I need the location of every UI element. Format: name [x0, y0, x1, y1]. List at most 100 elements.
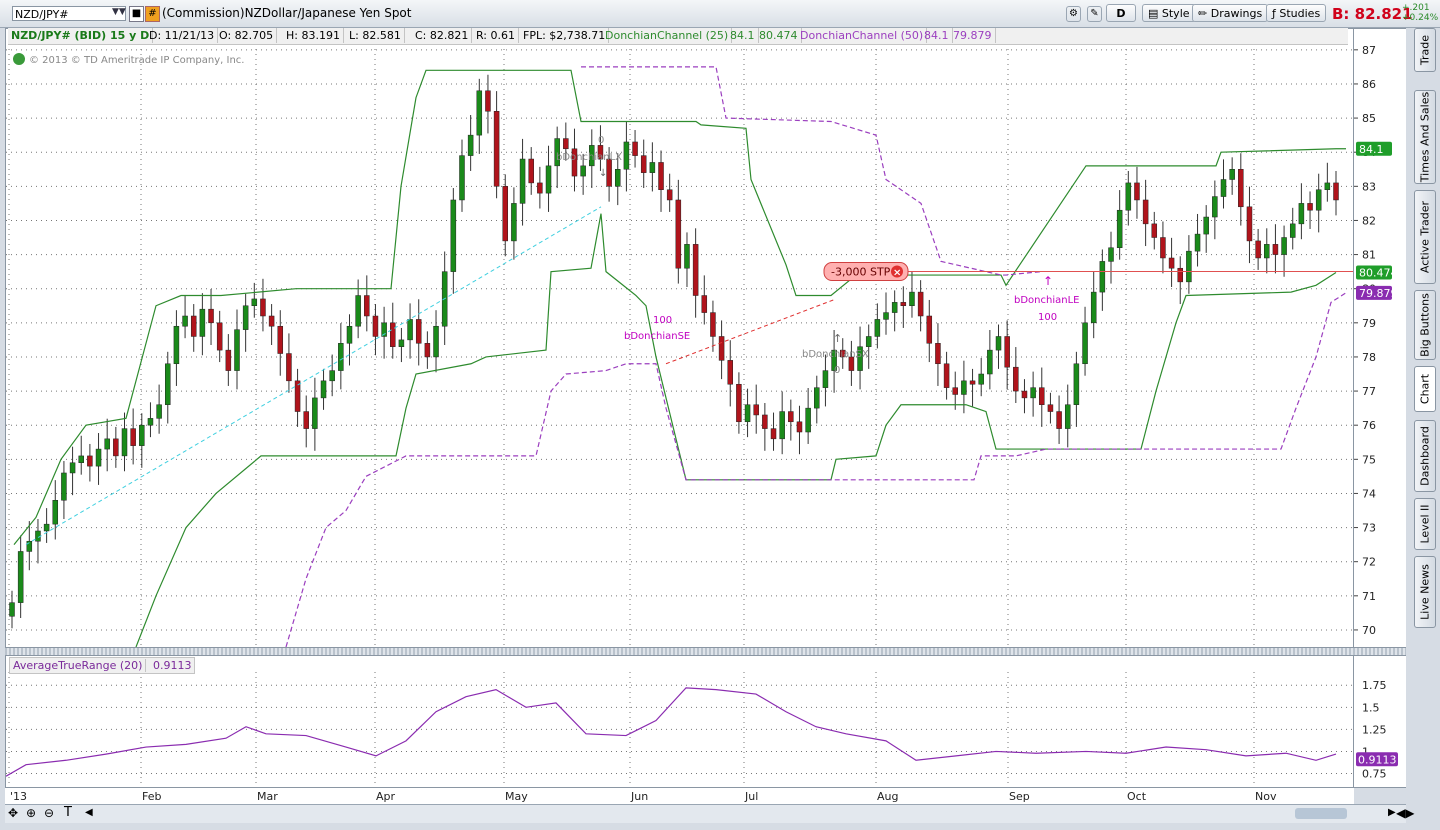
- candle-body: [1333, 182, 1339, 201]
- side-tab-dashboard[interactable]: Dashboard: [1414, 420, 1436, 492]
- candle-body: [710, 312, 716, 337]
- date-label: Mar: [257, 790, 278, 803]
- candle-body: [1047, 404, 1054, 412]
- side-tab-level-ii[interactable]: Level II: [1414, 498, 1436, 550]
- candle-body: [935, 343, 941, 365]
- date-label: Apr: [376, 790, 396, 803]
- candle-body: [961, 380, 967, 395]
- studies-button[interactable]: ƒ Studies: [1266, 4, 1327, 22]
- price-chart-canvas[interactable]: © 2013 © TD Ameritrade IP Company, Inc. -…: [6, 29, 1353, 647]
- settings-icon[interactable]: ⚙: [1066, 6, 1081, 22]
- link-icon[interactable]: ■: [129, 6, 144, 22]
- candle-body: [814, 387, 820, 409]
- date-label: Oct: [1127, 790, 1147, 803]
- side-tab-live-news[interactable]: Live News: [1414, 556, 1436, 628]
- symbol-input[interactable]: NZD/JPY#: [12, 6, 126, 21]
- se-label: bDonchianSE: [624, 331, 690, 342]
- candle-body: [130, 428, 136, 446]
- candle-body: [303, 411, 309, 429]
- zoom-in-icon[interactable]: ⊕: [26, 806, 36, 820]
- expand-icon[interactable]: ◀▶: [1396, 806, 1414, 820]
- le-label: bDonchianLE: [1014, 295, 1079, 306]
- hash-icon[interactable]: #: [145, 6, 160, 22]
- pane-splitter[interactable]: [5, 648, 1406, 655]
- candle-body: [1281, 237, 1287, 255]
- side-tab-label: Active Trader: [1418, 200, 1432, 274]
- drawings-label: Drawings: [1210, 7, 1263, 20]
- scroll-left-icon[interactable]: ◀: [85, 807, 93, 818]
- side-tab-times-and-sales[interactable]: Times And Sales: [1414, 90, 1436, 184]
- candle-body: [762, 414, 768, 429]
- candle-body: [1030, 387, 1036, 399]
- side-tab-trade[interactable]: Trade: [1414, 28, 1436, 72]
- candle-body: [450, 199, 457, 272]
- candle-body: [891, 302, 898, 313]
- time-scrollbar[interactable]: ✥ ⊕ ⊖ T ◀ ▶: [5, 804, 1406, 823]
- cancel-order-x: ×: [893, 268, 901, 279]
- price-label: 74: [1362, 487, 1376, 500]
- candle-body: [1229, 169, 1235, 180]
- side-tab-big-buttons[interactable]: Big Buttons: [1414, 290, 1436, 360]
- atr-label: AverageTrueRange (20): [10, 659, 147, 672]
- info-study1-name: DonchianChannel (25): [602, 28, 733, 43]
- candle-body: [1220, 179, 1227, 197]
- candle-body: [277, 325, 284, 354]
- candle-body: [1099, 261, 1106, 293]
- scroll-thumb[interactable]: [1295, 808, 1347, 819]
- atr-study-pane[interactable]: AverageTrueRange (20) 0.9113: [5, 655, 1354, 788]
- price-label: 72: [1362, 556, 1376, 569]
- candle-body: [978, 373, 984, 385]
- donchian50-lower: [285, 292, 1347, 647]
- studies-label: Studies: [1279, 7, 1321, 20]
- candle-body: [43, 523, 50, 532]
- candle-body: [502, 186, 509, 242]
- candle-body: [805, 407, 811, 433]
- candle-body: [883, 312, 889, 320]
- pan-icon[interactable]: ✥: [8, 806, 18, 820]
- candle-body: [779, 411, 785, 440]
- candle-body: [225, 349, 232, 371]
- wrench-icon[interactable]: ✎: [1087, 6, 1102, 22]
- info-open: O: 82.705: [216, 28, 278, 43]
- drawings-button[interactable]: ✏ Drawings: [1192, 4, 1269, 22]
- price-chart[interactable]: © 2013 © TD Ameritrade IP Company, Inc. -…: [5, 28, 1354, 648]
- atr-axis-label: 1.25: [1362, 723, 1387, 736]
- zoom-out-icon[interactable]: ⊖: [44, 806, 54, 820]
- copyright-text: © 2013 © TD Ameritrade IP Company, Inc.: [29, 55, 245, 66]
- candle-body: [511, 203, 517, 242]
- info-study2-v2: 79.879: [950, 28, 996, 43]
- candle-body: [1324, 182, 1331, 190]
- candle-body: [1013, 366, 1019, 392]
- candle-body: [190, 315, 197, 337]
- symbol-dropdown-icon[interactable]: ▼▼: [112, 7, 126, 20]
- date-label: Sep: [1009, 790, 1030, 803]
- candle-body: [666, 189, 673, 201]
- price-label: 75: [1362, 453, 1376, 466]
- price-label: 76: [1362, 419, 1376, 432]
- atr-axis-label: 1.5: [1362, 701, 1380, 714]
- candle-body: [1142, 199, 1149, 225]
- atr-canvas: [6, 672, 1353, 787]
- scroll-right-icon[interactable]: ▶: [1388, 807, 1396, 818]
- candle-body: [865, 336, 872, 347]
- candle-body: [199, 308, 206, 337]
- text-tool-icon[interactable]: T: [64, 805, 72, 820]
- atr-axis-canvas: 1.751.51.2510.750.9113: [1356, 679, 1398, 781]
- date-label: Jul: [744, 790, 758, 803]
- atr-line: [6, 687, 1337, 777]
- style-button[interactable]: ▤ Style: [1142, 4, 1196, 22]
- candle-body: [234, 329, 240, 371]
- aggregation-button[interactable]: D: [1106, 4, 1136, 22]
- candle-body: [216, 322, 223, 351]
- candle-body: [1246, 206, 1253, 242]
- candle-body: [563, 138, 569, 150]
- price-axis[interactable]: 87868584838281807978777675747372717084.1…: [1354, 28, 1406, 648]
- price-axis-canvas: 87868584838281807978777675747372717084.1…: [1354, 44, 1398, 637]
- candle-body: [355, 295, 361, 327]
- candle-body: [364, 295, 370, 317]
- candle-body: [753, 404, 759, 416]
- side-tab-active-trader[interactable]: Active Trader: [1414, 190, 1436, 284]
- candle-body: [909, 291, 915, 307]
- lx-arrow-icon: ↓: [599, 168, 607, 179]
- side-tab-chart[interactable]: Chart: [1414, 366, 1436, 412]
